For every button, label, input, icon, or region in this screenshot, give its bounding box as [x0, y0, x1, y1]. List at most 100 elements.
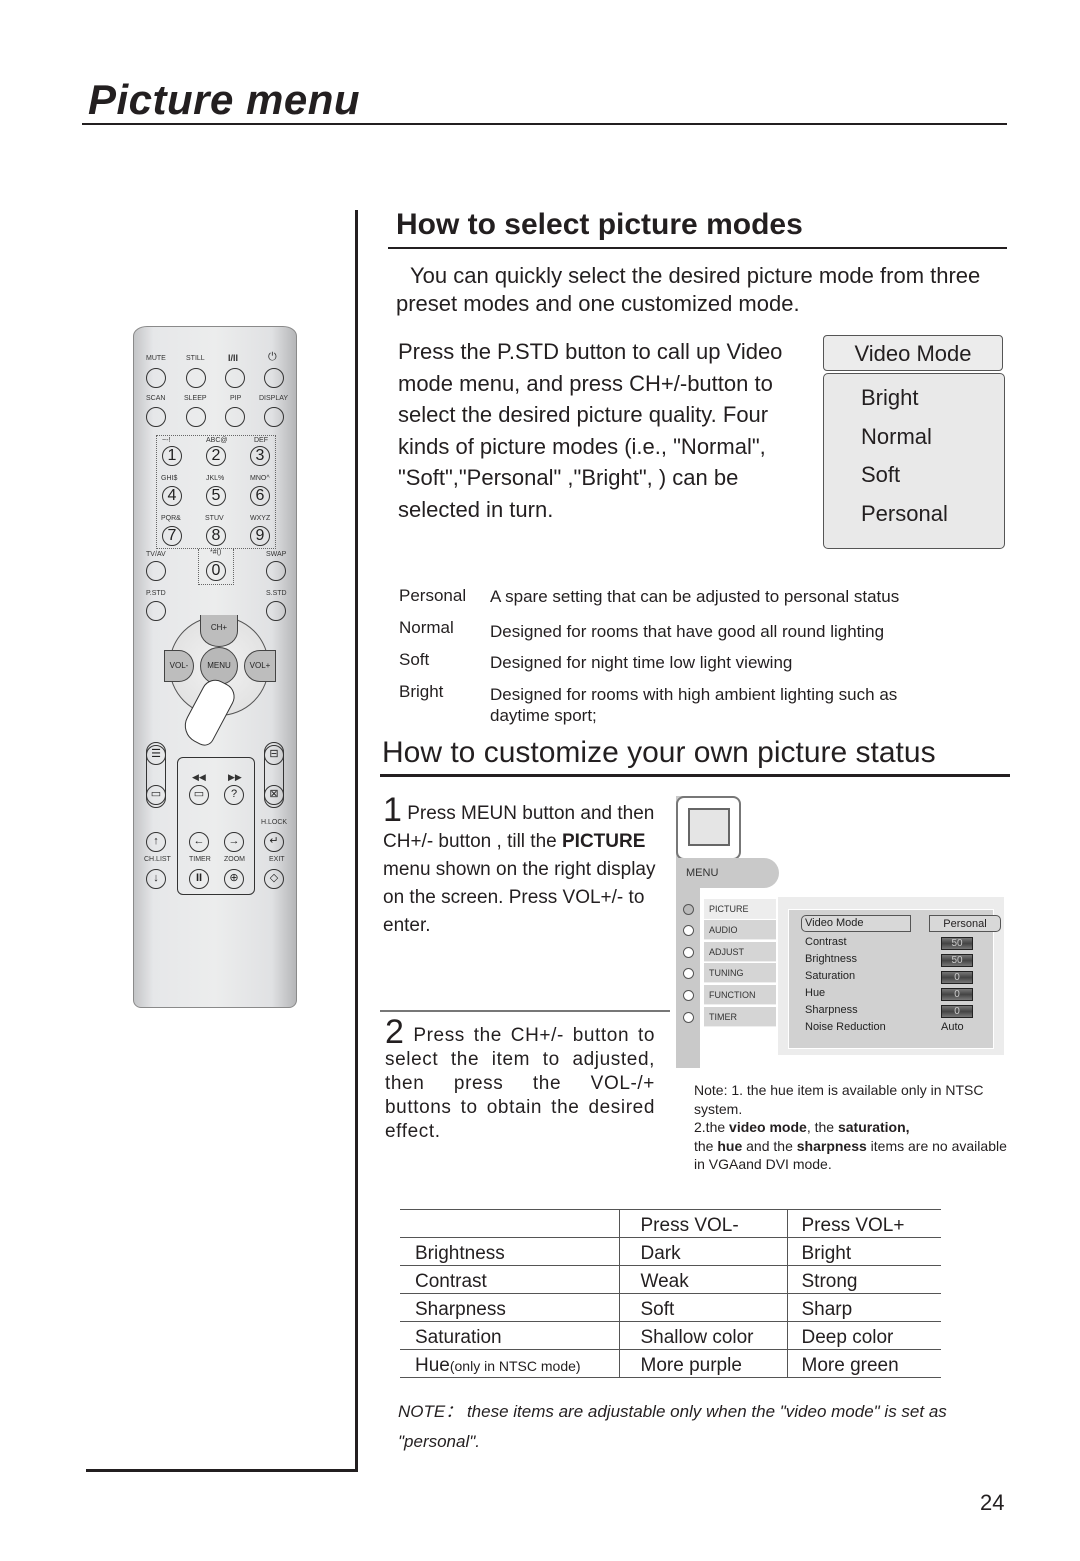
osd-radio-adjust[interactable] [683, 947, 694, 958]
table-cell: Contrast [400, 1265, 619, 1294]
subpage-icon[interactable]: ▭ [146, 785, 166, 805]
setting-value[interactable]: 50 [941, 937, 973, 950]
sstd-button[interactable] [266, 601, 286, 621]
exit-button[interactable]: ◇ [264, 869, 284, 889]
reveal-button[interactable]: ? [224, 785, 244, 805]
setting-value[interactable]: 0 [941, 988, 973, 1001]
mode-desc: Designed for night time low light viewin… [490, 653, 793, 672]
cancel-icon[interactable]: ⊠ [264, 785, 284, 805]
note-line: 2.the video mode, the saturation, [694, 1118, 1014, 1137]
key-0[interactable]: 0 [206, 561, 226, 581]
note-bold: sharpness [796, 1137, 867, 1154]
display-button[interactable] [264, 407, 284, 427]
pstd-button[interactable] [146, 601, 166, 621]
sleep-button[interactable] [186, 407, 206, 427]
osd-item-tuning[interactable]: TUNING [704, 963, 776, 983]
key-8[interactable]: 8 [206, 526, 226, 546]
pause-button[interactable]: II [189, 869, 209, 889]
key-1-letters: ~-! [162, 437, 171, 444]
table-row: Sharpness Soft Sharp [400, 1293, 941, 1322]
key-7[interactable]: 7 [162, 526, 182, 546]
osd-picture-panel: Video Mode Personal Contrast 50 Brightne… [778, 897, 1004, 1055]
still-button[interactable] [186, 368, 206, 388]
availability-note: Note: 1. the hue item is available only … [694, 1081, 1014, 1174]
key-4[interactable]: 4 [162, 486, 182, 506]
setting-value[interactable]: 0 [941, 971, 973, 984]
pip-label: PIP [230, 395, 242, 402]
mode-desc: Designed for rooms that have good all ro… [490, 622, 885, 641]
key-5[interactable]: 5 [206, 486, 226, 506]
zoom-button[interactable]: ⊕ [224, 869, 244, 889]
noise-reduction-value[interactable]: Auto [941, 1021, 964, 1033]
page-title: Picture menu [88, 76, 361, 123]
osd-item-adjust[interactable]: ADJUST [704, 942, 776, 962]
table-cell: Sharp [786, 1293, 941, 1322]
sleep-label: SLEEP [184, 395, 207, 402]
osd-radio-audio[interactable] [683, 925, 694, 936]
note-line: Note: 1. the hue item is available only … [694, 1082, 984, 1117]
mode-desc: Designed for rooms with high ambient lig… [490, 685, 898, 725]
key-5-letters: JKL% [206, 475, 225, 482]
picture-menu-icon [676, 796, 741, 860]
teletext-icon[interactable]: ☰ [146, 745, 166, 765]
scan-label: SCAN [146, 395, 166, 402]
osd-item-function[interactable]: FUNCTION [704, 985, 776, 1005]
key-9[interactable]: 9 [250, 526, 270, 546]
dual-sound-button[interactable] [225, 368, 245, 388]
table-cell: Brightness [400, 1237, 619, 1266]
note-text: , the [806, 1119, 838, 1135]
osd-item-timer[interactable]: TIMER [704, 1007, 776, 1027]
osd-radio-tuning[interactable] [683, 968, 694, 979]
table-header-row: Press VOL- Press VOL+ [400, 1209, 941, 1238]
osd-radio-function[interactable] [683, 990, 694, 1001]
video-mode-option: Soft [861, 462, 901, 487]
down-arrow-button[interactable]: ↓ [146, 869, 166, 889]
vol-plus-button[interactable]: VOL+ [244, 650, 276, 682]
scan-button[interactable] [146, 407, 166, 427]
note-bold: hue [717, 1137, 743, 1154]
key-2-letters: ABC@ [206, 437, 228, 444]
mix-icon[interactable]: ⊟ [264, 745, 284, 765]
video-mode-value[interactable]: Personal [929, 915, 1001, 932]
key-2[interactable]: 2 [206, 446, 226, 466]
osd-radio-timer[interactable] [683, 1012, 694, 1023]
note-text: and the [742, 1137, 797, 1154]
teletext-key-group [177, 757, 255, 895]
right-arrow-button[interactable]: → [224, 832, 244, 852]
swap-button[interactable] [266, 561, 286, 581]
still-label: STILL [186, 355, 205, 362]
table-cell: Deep color [786, 1321, 941, 1350]
osd-item-picture[interactable]: PICTURE [704, 899, 776, 919]
page-number: 24 [980, 1490, 1005, 1515]
power-button[interactable] [264, 368, 284, 388]
up-arrow-button[interactable]: ↑ [146, 832, 166, 852]
osd-item-audio[interactable]: AUDIO [704, 920, 776, 940]
table-cell: Dark [618, 1237, 787, 1266]
key-3[interactable]: 3 [250, 446, 270, 466]
step-text: menu shown on the right display on the s… [383, 859, 656, 936]
table-header [400, 1209, 619, 1238]
key-6[interactable]: 6 [250, 486, 270, 506]
table-row: Contrast Weak Strong [400, 1265, 941, 1294]
section-heading-select-modes: How to select picture modes [396, 208, 803, 241]
tvav-button[interactable] [146, 561, 166, 581]
power-icon: ⏻ [268, 351, 277, 363]
index-button[interactable]: ▭ [189, 785, 209, 805]
mode-descriptions: Personal A spare setting that can be adj… [399, 586, 1009, 726]
mute-button[interactable] [146, 368, 166, 388]
vol-minus-button[interactable]: VOL- [164, 650, 194, 682]
mode-name: Bright [399, 682, 444, 701]
table-row: Saturation Shallow color Deep color [400, 1321, 941, 1350]
osd-radio-picture[interactable] [683, 904, 694, 915]
pip-button[interactable] [225, 407, 245, 427]
ch-plus-button[interactable]: CH+ [200, 615, 238, 647]
video-mode-option: Bright [861, 385, 919, 410]
remote-control: MUTE STILL I/II ⏻ SCAN SLEEP PIP DISPLAY… [133, 326, 297, 1008]
note-line: the hue and the sharpness items are no a… [694, 1137, 1014, 1174]
left-arrow-button[interactable]: ← [189, 832, 209, 852]
swap-label: SWAP [266, 551, 287, 558]
hlock-button[interactable]: ↵ [264, 832, 284, 852]
setting-value[interactable]: 0 [941, 1005, 973, 1018]
key-1[interactable]: 1 [162, 446, 182, 466]
setting-value[interactable]: 50 [941, 954, 973, 967]
